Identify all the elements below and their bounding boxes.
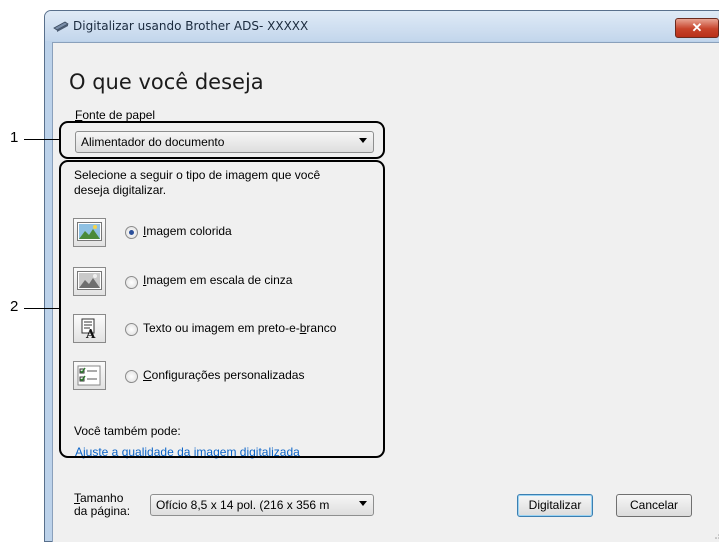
- callout-box-2: [59, 160, 385, 458]
- paper-source-label: Fonte de papel: [75, 108, 156, 122]
- callout-leader-2: [24, 308, 59, 309]
- chevron-down-icon: [359, 501, 367, 506]
- page-size-select[interactable]: Ofício 8,5 x 14 pol. (216 x 356 m: [150, 494, 374, 516]
- close-button[interactable]: ✕: [675, 18, 719, 38]
- window-title: Digitalizar usando Brother ADS- XXXXX: [73, 19, 309, 33]
- callout-leader-1: [24, 139, 59, 140]
- page-size-label: Tamanho da página:: [74, 491, 131, 518]
- callout-box-1: [59, 121, 385, 159]
- scan-button[interactable]: Digitalizar: [517, 494, 593, 517]
- page-size-value: Ofício 8,5 x 14 pol. (216 x 356 m: [156, 498, 330, 512]
- close-icon: ✕: [691, 20, 703, 35]
- title-bar[interactable]: Digitalizar usando Brother ADS- XXXXX ✕: [45, 11, 719, 41]
- resize-grip-icon[interactable]: [714, 530, 719, 540]
- cancel-button[interactable]: Cancelar: [616, 494, 692, 517]
- callout-number-1: 1: [10, 129, 19, 146]
- scanner-app-icon: [53, 21, 69, 32]
- page-heading: O que você deseja: [69, 70, 264, 94]
- callout-number-2: 2: [10, 298, 19, 315]
